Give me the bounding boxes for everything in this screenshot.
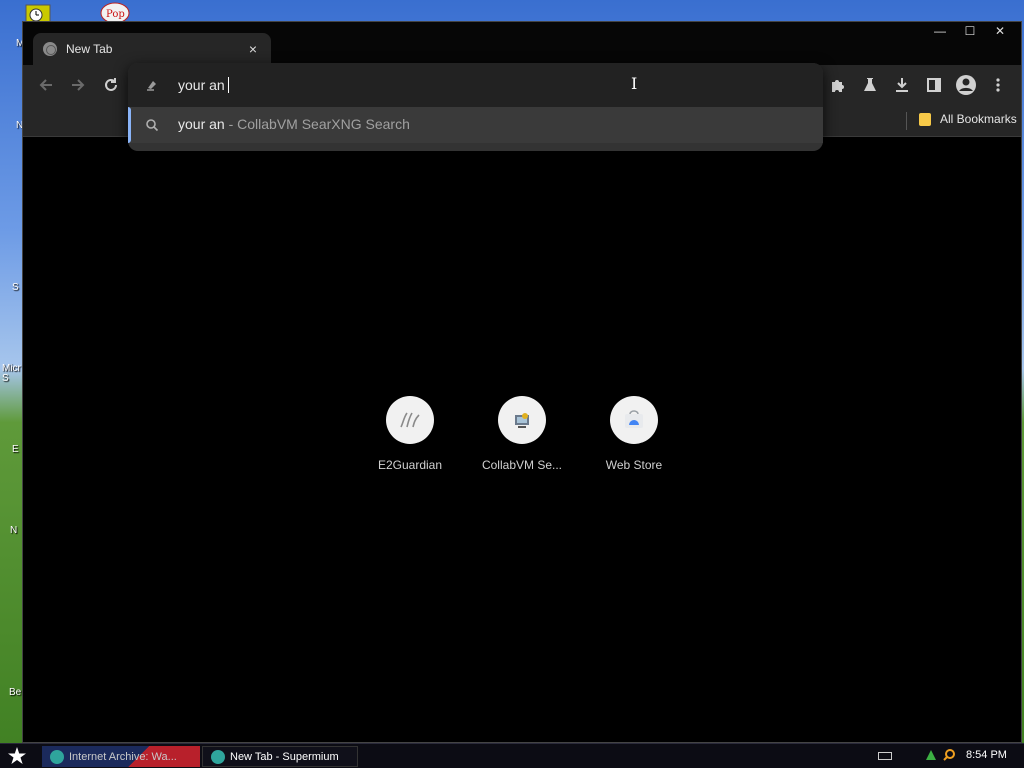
download-icon	[896, 78, 908, 92]
keyboard-icon[interactable]	[878, 752, 892, 760]
browser-icon	[50, 749, 64, 764]
taskbar-item-internet-archive[interactable]: Internet Archive: Wa...	[42, 746, 200, 767]
globe-icon	[43, 42, 57, 56]
omnibox[interactable]	[128, 63, 823, 107]
start-button[interactable]	[6, 746, 28, 766]
shortcut-e2guardian[interactable]: E2Guardian	[362, 396, 458, 472]
collabvm-icon	[498, 396, 546, 444]
side-panel-button[interactable]	[922, 73, 946, 97]
labs-button[interactable]	[858, 73, 882, 97]
forward-button[interactable]	[66, 73, 90, 97]
bookmarks-divider	[906, 112, 907, 130]
extensions-button[interactable]	[826, 73, 850, 97]
side-panel-icon	[927, 78, 941, 92]
taskbar-item-new-tab[interactable]: New Tab - Supermium	[202, 746, 358, 767]
start-star-icon	[8, 747, 26, 764]
system-tray	[924, 748, 956, 762]
search-icon	[146, 119, 159, 132]
suggestion-text: your an - CollabVM SearXNG Search	[178, 116, 410, 132]
shortcut-label: E2Guardian	[377, 458, 443, 472]
omnibox-suggestion[interactable]: your an - CollabVM SearXNG Search	[128, 107, 823, 143]
kebab-menu-icon	[996, 78, 1000, 92]
maximize-button[interactable]: ☐	[955, 22, 985, 40]
title-bar: New Tab × — ☐ ✕	[23, 22, 1021, 65]
clock: 8:54 PM	[966, 749, 1007, 761]
web-store-icon	[610, 396, 658, 444]
shortcut-web-store[interactable]: Web Store	[586, 396, 682, 472]
arrow-right-icon	[72, 79, 85, 91]
puzzle-icon	[832, 80, 844, 92]
menu-button[interactable]	[986, 73, 1010, 97]
network-icon[interactable]	[924, 748, 938, 762]
close-window-button[interactable]: ✕	[985, 22, 1015, 40]
reload-icon	[105, 78, 117, 91]
arrow-left-icon	[39, 79, 52, 91]
profile-button[interactable]	[954, 73, 978, 97]
all-bookmarks-button[interactable]: All Bookmarks	[919, 112, 1017, 126]
reload-button[interactable]	[99, 73, 123, 97]
omnibox-dropdown: your an - CollabVM SearXNG Search	[128, 63, 823, 151]
folder-icon	[919, 112, 931, 126]
browser-icon	[211, 749, 225, 764]
taskbar-item-label: New Tab - Supermium	[230, 750, 339, 763]
tab-title: New Tab	[66, 42, 113, 56]
taskbar: Internet Archive: Wa... New Tab - Superm…	[0, 743, 1024, 768]
all-bookmarks-label: All Bookmarks	[940, 112, 1017, 126]
mouse-ibeam-cursor: I	[631, 74, 638, 93]
profile-icon	[956, 75, 976, 95]
shortcut-collabvm[interactable]: CollabVM Se...	[474, 396, 570, 472]
flask-icon	[864, 78, 876, 91]
downloads-button[interactable]	[890, 73, 914, 97]
page-icon	[147, 81, 156, 91]
suggestion-query: your an	[178, 116, 225, 132]
magnifier-icon[interactable]	[942, 748, 956, 762]
browser-window: New Tab × — ☐ ✕ All Bookmarks your an yo…	[22, 21, 1022, 743]
window-controls: — ☐ ✕	[925, 22, 1015, 40]
suggestion-engine: - CollabVM SearXNG Search	[224, 116, 410, 132]
taskbar-item-label: Internet Archive: Wa...	[69, 750, 177, 763]
selection-accent	[128, 107, 131, 143]
svg-text:Pop: Pop	[106, 9, 125, 20]
shortcut-label: CollabVM Se...	[481, 458, 563, 472]
shortcut-label: Web Store	[605, 458, 663, 472]
close-tab-icon[interactable]: ×	[245, 41, 261, 57]
back-button[interactable]	[34, 73, 58, 97]
desktop-label: Micr S	[2, 364, 21, 384]
text-caret	[228, 77, 229, 93]
e2guardian-icon	[386, 396, 434, 444]
minimize-button[interactable]: —	[925, 22, 955, 40]
tab-new-tab[interactable]: New Tab ×	[33, 33, 271, 65]
omnibox-input[interactable]	[178, 75, 478, 95]
